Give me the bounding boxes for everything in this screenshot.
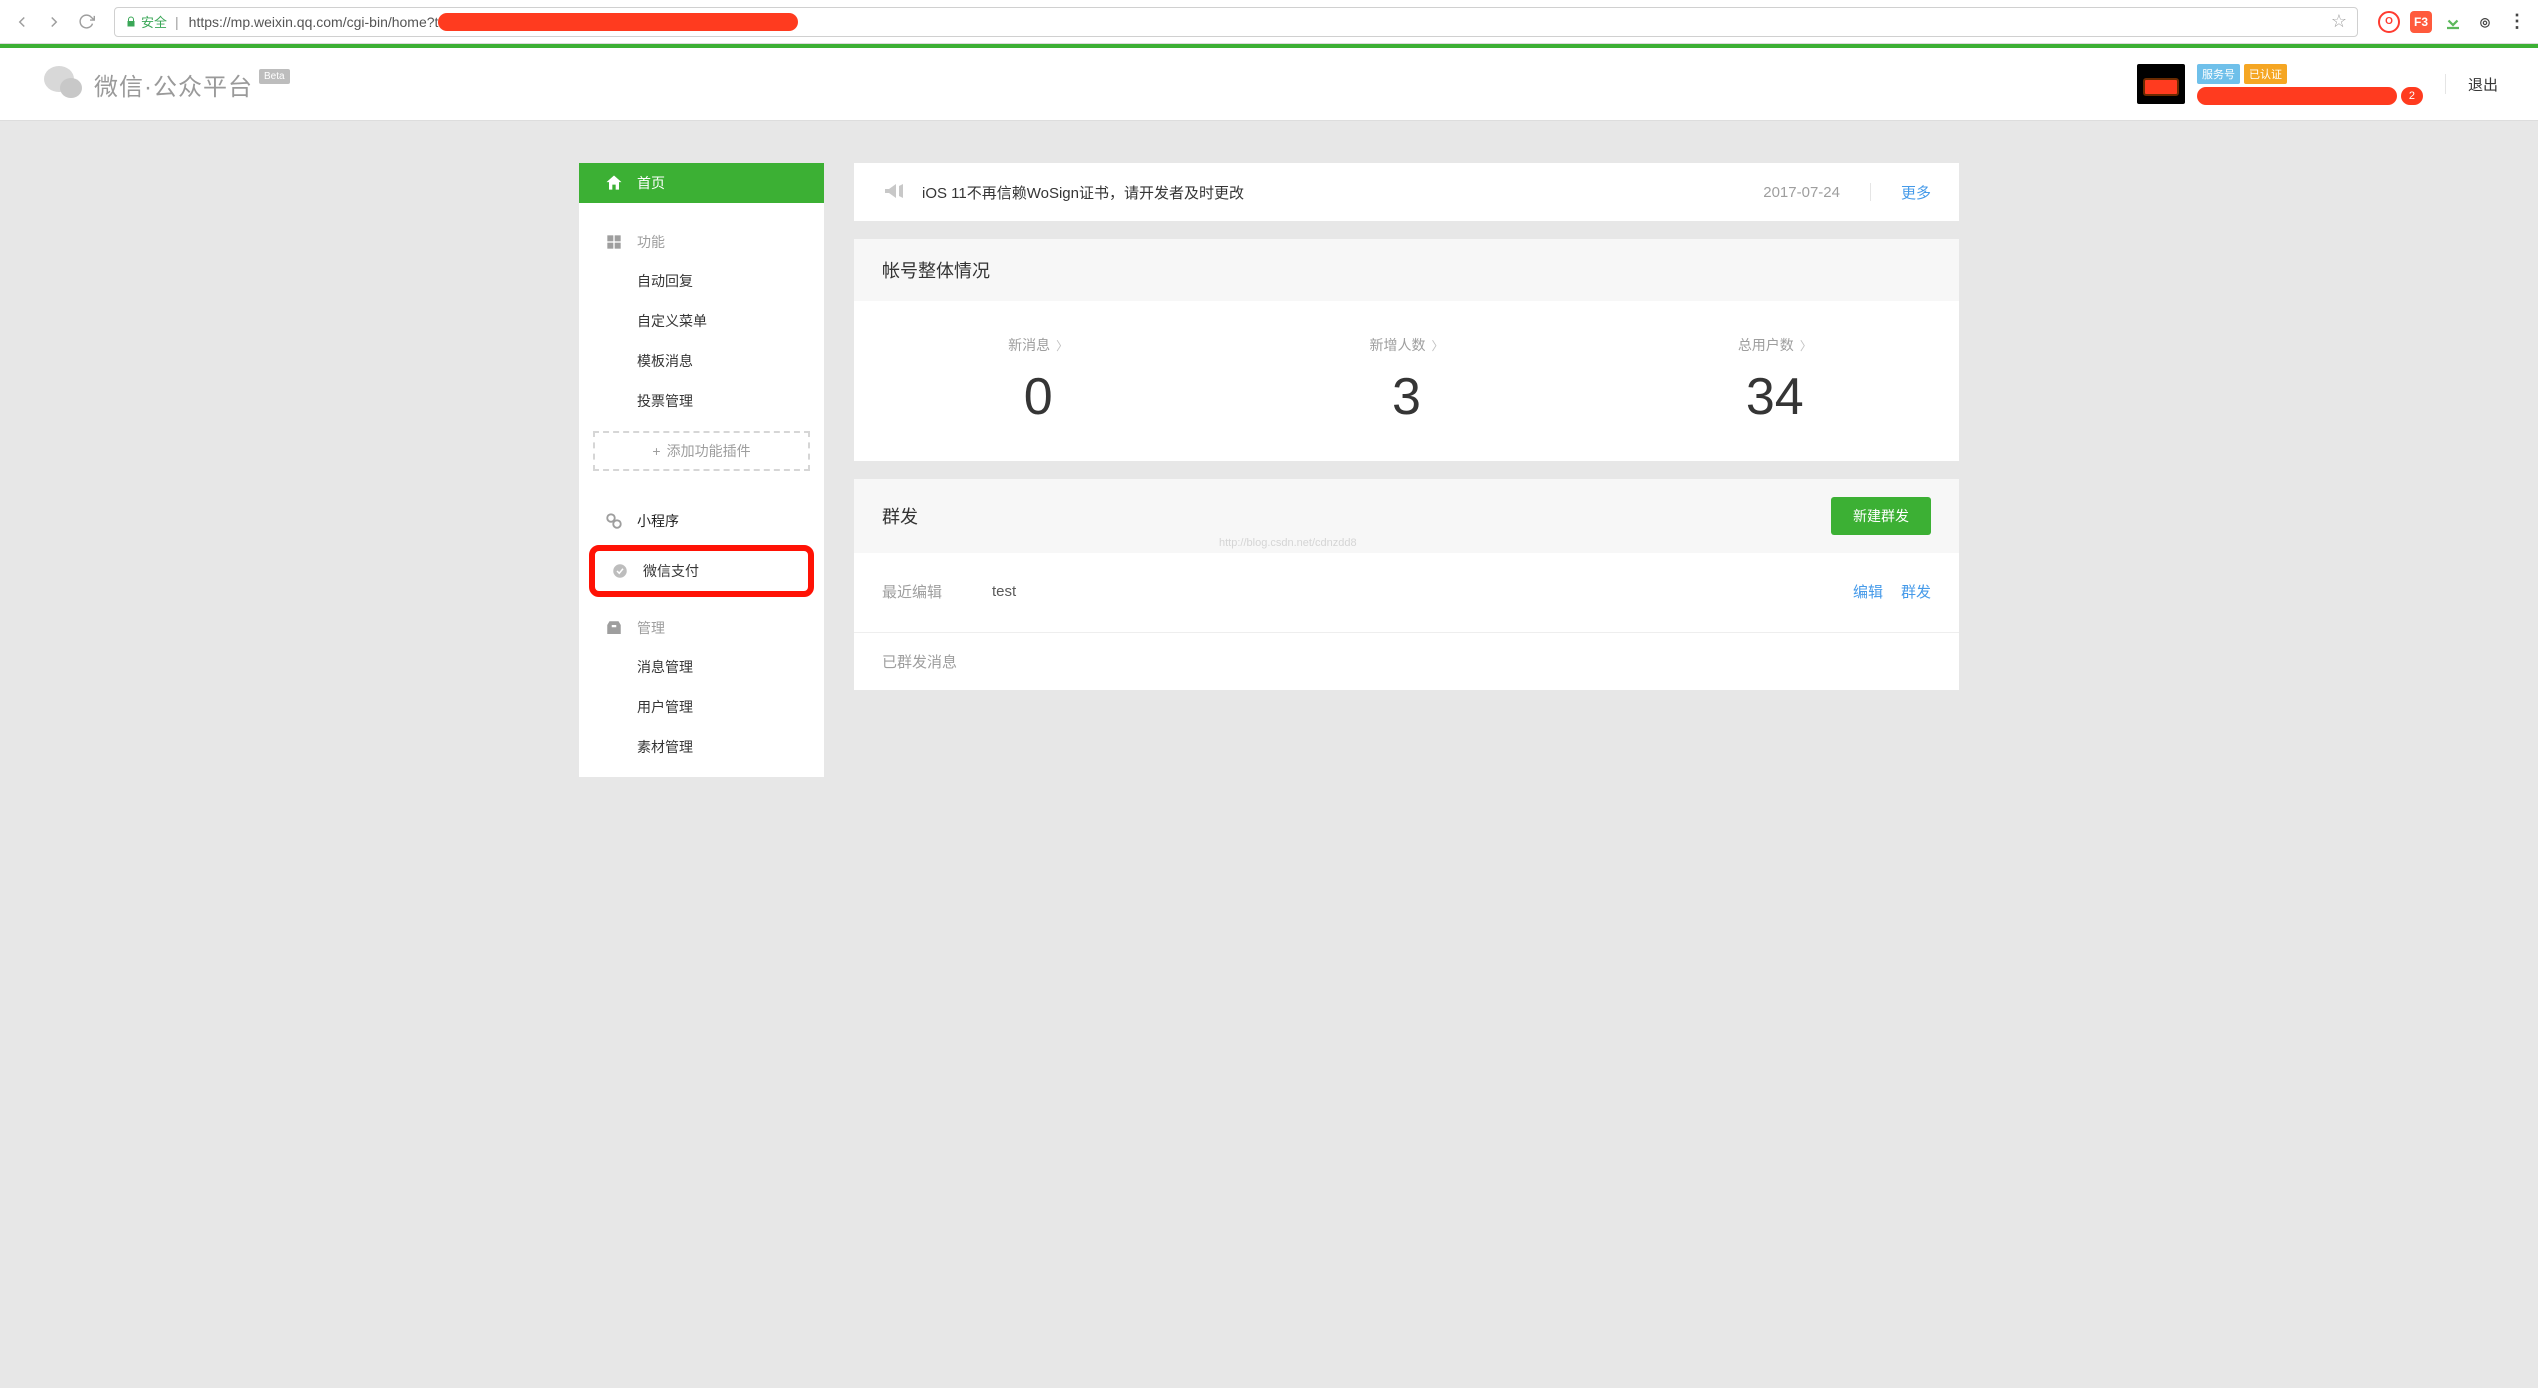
- recent-edit-row: 最近编辑 test 编辑 群发: [854, 553, 1959, 633]
- page-body: http://blog.csdn.net/cdnzdd8 首页 功能 自动回复 …: [0, 120, 2538, 1388]
- sent-messages-label: 已群发消息: [854, 633, 1959, 690]
- back-button[interactable]: [10, 10, 34, 34]
- main-column: iOS 11不再信赖WoSign证书，请开发者及时更改 2017-07-24 更…: [854, 163, 1959, 777]
- miniapp-icon: [603, 510, 625, 532]
- sidebar-item-custom-menu[interactable]: 自定义菜单: [579, 301, 824, 341]
- broadcast-panel: 群发 新建群发 最近编辑 test 编辑 群发 已群发消息: [854, 479, 1959, 690]
- sidebar-item-home[interactable]: 首页: [579, 163, 824, 203]
- stats-panel-title: 帐号整体情况: [854, 239, 1959, 301]
- sidebar-item-auto-reply[interactable]: 自动回复: [579, 261, 824, 301]
- notification-count-badge[interactable]: 2: [2401, 87, 2423, 105]
- megaphone-icon: [882, 179, 906, 206]
- divider: [2445, 74, 2446, 94]
- stat-new-users-value: 3: [1222, 367, 1590, 427]
- sidebar-item-message-mgmt[interactable]: 消息管理: [579, 647, 824, 687]
- announcement-bar: iOS 11不再信赖WoSign证书，请开发者及时更改 2017-07-24 更…: [854, 163, 1959, 221]
- new-broadcast-button[interactable]: 新建群发: [1831, 497, 1931, 535]
- inbox-icon: [603, 617, 625, 639]
- home-icon: [603, 172, 625, 194]
- announcement-date: 2017-07-24: [1763, 184, 1840, 201]
- sidebar-item-vote-mgmt[interactable]: 投票管理: [579, 381, 824, 421]
- account-stats-panel: 帐号整体情况 新消息〉 0 新增人数〉 3 总用户数〉 34: [854, 239, 1959, 461]
- product-title: 微信·公众平台: [94, 67, 253, 102]
- stat-total-users-value: 34: [1591, 367, 1959, 427]
- sidebar-miniapp-label: 小程序: [637, 511, 679, 531]
- reload-button[interactable]: [74, 10, 98, 34]
- chevron-right-icon: 〉: [1431, 337, 1443, 354]
- sidebar-cat-manage-label: 管理: [637, 618, 665, 638]
- browser-chrome: 安全 | https://mp.weixin.qq.com/cgi-bin/ho…: [0, 0, 2538, 44]
- wxpay-icon: [609, 560, 631, 582]
- url-text: https://mp.weixin.qq.com/cgi-bin/home?t: [189, 14, 439, 30]
- sidebar-add-plugin[interactable]: + 添加功能插件: [593, 431, 810, 471]
- divider: [1870, 183, 1871, 201]
- sidebar-item-miniapp[interactable]: 小程序: [579, 501, 824, 541]
- grid-icon: [603, 231, 625, 253]
- site-header: 微信·公众平台 Beta 服务号 已认证 2 退出: [0, 48, 2538, 120]
- chevron-right-icon: 〉: [1056, 337, 1068, 354]
- extension-icons: O F3 ◎ ⋮: [2378, 11, 2528, 33]
- tag-service-account: 服务号: [2197, 64, 2240, 84]
- stat-total-users[interactable]: 总用户数〉 34: [1591, 335, 1959, 427]
- bookmark-star-icon[interactable]: ☆: [2331, 11, 2347, 32]
- sidebar-item-user-mgmt[interactable]: 用户管理: [579, 687, 824, 727]
- url-redacted: [438, 13, 798, 31]
- broadcast-panel-title: 群发: [882, 503, 918, 529]
- account-name-redacted: [2197, 87, 2397, 105]
- tag-certified: 已认证: [2244, 64, 2287, 84]
- add-plugin-label: 添加功能插件: [667, 441, 751, 461]
- stat-new-msg-label: 新消息: [1008, 335, 1050, 355]
- stat-total-users-label: 总用户数: [1738, 335, 1794, 355]
- extension-f3-icon[interactable]: F3: [2410, 11, 2432, 33]
- sidebar-home-label: 首页: [637, 173, 665, 193]
- stat-new-users[interactable]: 新增人数〉 3: [1222, 335, 1590, 427]
- secure-label: 安全: [141, 12, 167, 31]
- sidebar: 首页 功能 自动回复 自定义菜单 模板消息 投票管理 + 添加功能插件 小程序: [579, 163, 824, 777]
- https-indicator: 安全: [125, 12, 167, 31]
- sidebar-item-material-mgmt[interactable]: 素材管理: [579, 727, 824, 767]
- recent-edit-label: 最近编辑: [882, 581, 992, 602]
- extension-swirl-icon[interactable]: ◎: [2474, 11, 2496, 33]
- announcement-text[interactable]: iOS 11不再信赖WoSign证书，请开发者及时更改: [922, 182, 1747, 203]
- broadcast-link[interactable]: 群发: [1901, 581, 1931, 602]
- sidebar-category-manage: 管理: [579, 609, 824, 647]
- recent-edit-value: test: [992, 583, 1016, 600]
- chevron-right-icon: 〉: [1800, 337, 1812, 354]
- beta-badge: Beta: [259, 69, 290, 84]
- sidebar-category-function: 功能: [579, 223, 824, 261]
- url-bar[interactable]: 安全 | https://mp.weixin.qq.com/cgi-bin/ho…: [114, 7, 2358, 37]
- browser-menu-icon[interactable]: ⋮: [2506, 11, 2528, 33]
- stat-new-msg-value: 0: [854, 367, 1222, 427]
- extension-download-icon[interactable]: [2442, 11, 2464, 33]
- logout-link[interactable]: 退出: [2468, 74, 2498, 95]
- stat-new-users-label: 新增人数: [1369, 335, 1425, 355]
- sidebar-wxpay-label: 微信支付: [643, 561, 699, 581]
- edit-link[interactable]: 编辑: [1853, 581, 1883, 602]
- sidebar-item-wxpay[interactable]: 微信支付: [595, 551, 808, 591]
- account-avatar[interactable]: [2137, 64, 2185, 104]
- plus-icon: +: [652, 443, 660, 459]
- forward-button[interactable]: [42, 10, 66, 34]
- announcement-more-link[interactable]: 更多: [1901, 182, 1931, 203]
- extension-opera-icon[interactable]: O: [2378, 11, 2400, 33]
- sidebar-item-template-msg[interactable]: 模板消息: [579, 341, 824, 381]
- sidebar-cat-function-label: 功能: [637, 232, 665, 252]
- account-meta: 服务号 已认证 2: [2197, 64, 2423, 105]
- wechat-logo-icon: [40, 60, 88, 108]
- stat-new-messages[interactable]: 新消息〉 0: [854, 335, 1222, 427]
- sidebar-wxpay-highlight: 微信支付: [589, 545, 814, 597]
